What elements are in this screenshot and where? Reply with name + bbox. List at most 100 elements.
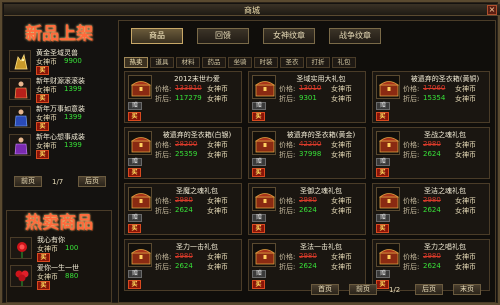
discount-currency: 女神币 (331, 151, 352, 159)
product-card[interactable]: 赠买圣洁之魂礼包 价格: 2980 女神币 折后: 2624 女神币 (372, 183, 490, 235)
discount-currency: 女神币 (207, 207, 228, 215)
rose-bouquet-icon[interactable] (10, 265, 32, 287)
subtab-gift-pack[interactable]: 礼包 (332, 57, 356, 68)
buy-button[interactable]: 买 (128, 224, 141, 233)
gift-chest-icon[interactable] (252, 75, 276, 99)
buy-button[interactable]: 买 (128, 112, 141, 121)
gift-chest-icon[interactable] (376, 187, 400, 211)
product-name: 圣力一击礼包 (176, 243, 218, 251)
buy-button[interactable]: 买 (252, 112, 265, 121)
gift-button[interactable]: 赠 (128, 102, 142, 110)
prev-page-button[interactable]: 前页 (349, 284, 377, 295)
gift-button[interactable]: 赠 (252, 158, 266, 166)
buy-button[interactable]: 买 (36, 122, 49, 131)
product-card[interactable]: 赠买被遗弃的圣衣箱(白银) 价格: 28200 女神币 折后: 25359 女神币 (124, 127, 242, 179)
gift-chest-icon[interactable] (376, 75, 400, 99)
tab-goddess-emblem[interactable]: 女神纹章 (263, 28, 315, 44)
close-button[interactable]: × (487, 5, 497, 15)
golden-beast-icon[interactable] (9, 50, 31, 72)
next-page-button[interactable]: 后页 (78, 176, 106, 187)
buy-button[interactable]: 买 (36, 66, 49, 75)
discount-currency: 女神币 (207, 151, 228, 159)
discount-label: 折后: (155, 263, 172, 271)
buy-button[interactable]: 买 (128, 168, 141, 177)
gift-chest-icon[interactable] (376, 131, 400, 155)
gift-button[interactable]: 赠 (252, 270, 266, 278)
buy-button[interactable]: 买 (37, 253, 50, 262)
gift-chest-icon[interactable] (128, 243, 152, 267)
subtab-fashion[interactable]: 时装 (254, 57, 278, 68)
subtab-discount[interactable]: 打折 (306, 57, 330, 68)
product-card[interactable]: 赠买圣御之魂礼包 价格: 2980 女神币 折后: 2624 女神币 (248, 183, 366, 235)
item-price: 1399 (64, 141, 82, 149)
discount-price: 2624 (175, 206, 193, 214)
gift-chest-icon[interactable] (128, 131, 152, 155)
gift-button[interactable]: 赠 (128, 270, 142, 278)
new-item[interactable]: 黄金圣域灵兽 女神币 9900 买 (6, 48, 112, 76)
product-card[interactable]: 赠买被遗弃的圣衣箱(黄金) 价格: 42200 女神币 折后: 37998 女神币 (248, 127, 366, 179)
original-price: 133910 (175, 84, 202, 92)
hot-item[interactable]: 爱你一生一世 女神币 880 买 (7, 263, 111, 291)
prev-page-button[interactable]: 前页 (14, 176, 42, 187)
next-page-button[interactable]: 后页 (415, 284, 443, 295)
buy-button[interactable]: 买 (376, 112, 389, 121)
original-price: 2980 (423, 196, 441, 204)
subtab-props[interactable]: 道具 (150, 57, 174, 68)
buy-button[interactable]: 买 (376, 224, 389, 233)
new-item[interactable]: 新年财源滚滚装 女神币 1399 买 (6, 76, 112, 104)
subtab-mounts[interactable]: 坐骑 (228, 57, 252, 68)
gift-button[interactable]: 赠 (252, 102, 266, 110)
tab-war-emblem[interactable]: 战争纹章 (329, 28, 381, 44)
buy-button[interactable]: 买 (376, 168, 389, 177)
first-page-button[interactable]: 首页 (311, 284, 339, 295)
buy-button[interactable]: 买 (36, 150, 49, 159)
buy-button[interactable]: 买 (37, 281, 50, 290)
gift-chest-icon[interactable] (252, 243, 276, 267)
discount-currency: 女神币 (455, 263, 476, 271)
gift-chest-icon[interactable] (128, 75, 152, 99)
gift-button[interactable]: 赠 (376, 102, 390, 110)
hot-items-title: 热卖商品 (25, 213, 93, 233)
new-item[interactable]: 新年万事如意装 女神币 1399 买 (6, 104, 112, 132)
blue-outfit-icon[interactable] (9, 106, 31, 128)
gift-chest-icon[interactable] (128, 187, 152, 211)
last-page-button[interactable]: 末页 (453, 284, 481, 295)
buy-button[interactable]: 买 (36, 94, 49, 103)
gift-chest-icon[interactable] (252, 131, 276, 155)
gift-button[interactable]: 赠 (376, 158, 390, 166)
discount-label: 折后: (155, 151, 172, 159)
product-card[interactable]: 赠买圣力一击礼包 价格: 2980 女神币 折后: 2624 女神币 (124, 239, 242, 291)
product-card[interactable]: 赠买被遗弃的圣衣箱(黄铜) 价格: 17060 女神币 折后: 15354 女神币 (372, 71, 490, 123)
subtab-cloth[interactable]: 圣衣 (280, 57, 304, 68)
item-price: 1399 (64, 113, 82, 121)
product-card[interactable]: 赠买圣魔之魂礼包 价格: 2980 女神币 折后: 2624 女神币 (124, 183, 242, 235)
gift-button[interactable]: 赠 (128, 214, 142, 222)
gift-button[interactable]: 赠 (376, 270, 390, 278)
buy-button[interactable]: 买 (252, 224, 265, 233)
hot-item[interactable]: 我心有你 女神币 100 买 (7, 235, 111, 263)
gift-chest-icon[interactable] (252, 187, 276, 211)
original-price: 2980 (175, 252, 193, 260)
new-item[interactable]: 新年心想事成装 女神币 1399 买 (6, 132, 112, 160)
buy-button[interactable]: 买 (252, 280, 265, 289)
gift-button[interactable]: 赠 (376, 214, 390, 222)
red-outfit-icon[interactable] (9, 78, 31, 100)
purple-outfit-icon[interactable] (9, 134, 31, 156)
title-bar[interactable]: 商城 × (4, 4, 500, 16)
subtab-materials[interactable]: 材料 (176, 57, 200, 68)
buy-button[interactable]: 买 (128, 280, 141, 289)
gift-button[interactable]: 赠 (128, 158, 142, 166)
product-card[interactable]: 赠买 2012末世わ爱 价格: 133910 女神币 折后: 117279 女神币 (124, 71, 242, 123)
rose-icon[interactable] (10, 237, 32, 259)
gift-chest-icon[interactable] (376, 243, 400, 267)
product-name: 2012末世わ爱 (174, 75, 220, 83)
subtab-potions[interactable]: 药品 (202, 57, 226, 68)
gift-button[interactable]: 赠 (252, 214, 266, 222)
buy-button[interactable]: 买 (252, 168, 265, 177)
product-card[interactable]: 赠买圣域实用大礼包 价格: 13010 女神币 折后: 9301 女神币 (248, 71, 366, 123)
discount-label: 折后: (403, 263, 420, 271)
tab-feedback[interactable]: 回馈 (197, 28, 249, 44)
subtab-hot[interactable]: 热卖 (124, 57, 148, 68)
product-card[interactable]: 赠买圣战之魂礼包 价格: 2980 女神币 折后: 2624 女神币 (372, 127, 490, 179)
tab-goods[interactable]: 商品 (131, 28, 183, 44)
